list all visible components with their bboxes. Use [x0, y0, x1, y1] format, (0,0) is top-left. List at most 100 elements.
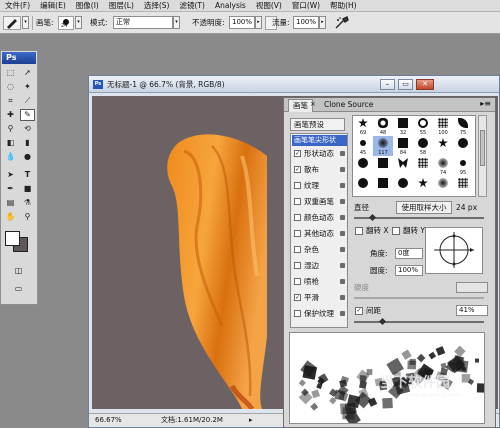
slice-tool-icon[interactable]: ⟋: [20, 95, 35, 107]
panel-menu-icon[interactable]: ▸≡: [480, 99, 491, 108]
lock-icon[interactable]: [340, 199, 345, 204]
crop-tool-icon[interactable]: ⌗: [3, 95, 18, 107]
brush-tip-item[interactable]: 100: [433, 116, 453, 136]
brush-option-item[interactable]: ✓ 形状动态: [292, 147, 347, 160]
brush-tip-item[interactable]: [393, 196, 413, 197]
lock-icon[interactable]: [340, 231, 345, 236]
menu-window[interactable]: 窗口(W): [287, 0, 325, 12]
brush-option-checkbox[interactable]: [294, 214, 301, 221]
path-selection-tool-icon[interactable]: ➤: [3, 169, 18, 181]
brush-tip-item[interactable]: [453, 196, 473, 197]
brush-option-checkbox[interactable]: ✓: [294, 150, 301, 157]
brush-tip-item[interactable]: [393, 156, 413, 176]
brush-option-checkbox[interactable]: [294, 278, 301, 285]
roundness-input[interactable]: 100%: [395, 265, 423, 276]
zoom-level[interactable]: 66.67%: [95, 414, 122, 427]
lock-icon[interactable]: [340, 151, 345, 156]
diameter-slider-knob[interactable]: [368, 213, 377, 222]
history-brush-tool-icon[interactable]: ⟲: [20, 123, 35, 135]
brush-tip-item[interactable]: [413, 156, 433, 176]
brush-tip-item[interactable]: [413, 176, 433, 196]
menu-view[interactable]: 视图(V): [251, 0, 287, 12]
tool-preset-dropdown[interactable]: ▾: [22, 16, 29, 29]
brush-option-checkbox[interactable]: ✓: [294, 166, 301, 173]
brush-option-checkbox[interactable]: [294, 182, 301, 189]
brush-tip-item[interactable]: [453, 176, 473, 196]
brush-tip-grid[interactable]: 69 48 32 55 100 75 45 117 84 58 74 95: [352, 115, 476, 197]
brush-tip-item[interactable]: 55: [413, 116, 433, 136]
tab-close-icon[interactable]: ×: [310, 100, 316, 108]
brush-option-item[interactable]: 保护纹理: [292, 307, 347, 320]
flip-x-checkbox[interactable]: [355, 227, 363, 235]
lock-icon[interactable]: [340, 215, 345, 220]
tab-clone-source[interactable]: Clone Source: [320, 99, 377, 112]
airbrush-icon[interactable]: [334, 16, 350, 30]
shape-tool-icon[interactable]: ■: [20, 183, 35, 195]
brush-tip-item[interactable]: 74: [433, 156, 453, 176]
brush-tip-item[interactable]: 48: [373, 116, 393, 136]
brush-tool-icon[interactable]: ✎: [20, 109, 35, 121]
brush-option-item[interactable]: 湿边: [292, 259, 347, 272]
clone-stamp-tool-icon[interactable]: ⚲: [3, 123, 18, 135]
brush-tip-item[interactable]: 69: [353, 116, 373, 136]
magic-wand-tool-icon[interactable]: ✦: [20, 81, 35, 93]
lock-icon[interactable]: [340, 183, 345, 188]
brush-tip-item[interactable]: [433, 136, 453, 156]
brush-tip-item[interactable]: [393, 176, 413, 196]
lock-icon[interactable]: [340, 263, 345, 268]
menu-layer[interactable]: 图层(L): [104, 0, 139, 12]
gradient-tool-icon[interactable]: ▮: [20, 137, 35, 149]
foreground-color-swatch[interactable]: [5, 231, 20, 246]
brush-tip-item[interactable]: 84: [393, 136, 413, 156]
marquee-tool-icon[interactable]: ⬚: [3, 67, 18, 79]
brush-option-item[interactable]: 其他动态: [292, 227, 347, 240]
brush-option-checkbox[interactable]: [294, 310, 301, 317]
status-arrow-icon[interactable]: ▸: [249, 414, 253, 427]
lock-icon[interactable]: [340, 279, 345, 284]
lock-icon[interactable]: [340, 295, 345, 300]
flow-input[interactable]: 100%: [293, 16, 319, 29]
eraser-tool-icon[interactable]: ◧: [3, 137, 18, 149]
menu-image[interactable]: 图像(I): [71, 0, 104, 12]
brush-option-checkbox[interactable]: [294, 262, 301, 269]
brush-option-item[interactable]: ✓ 平滑: [292, 291, 347, 304]
lock-icon[interactable]: [340, 311, 345, 316]
brush-tip-item[interactable]: [413, 196, 433, 197]
use-sample-size-button[interactable]: 使用取样大小: [396, 201, 452, 214]
brush-tip-item[interactable]: [373, 176, 393, 196]
brush-tip-item[interactable]: 75: [453, 116, 473, 136]
brush-tip-shape-item[interactable]: 画笔笔尖形状: [292, 135, 347, 146]
menu-select[interactable]: 选择(S): [139, 0, 175, 12]
angle-roundness-widget[interactable]: [425, 227, 483, 274]
move-tool-icon[interactable]: ➚: [20, 67, 35, 79]
document-titlebar[interactable]: Ps 无标题-1 @ 66.7% (背景, RGB/8) – ▭ ✕: [89, 76, 499, 93]
brush-tip-item[interactable]: 58: [413, 136, 433, 156]
lasso-tool-icon[interactable]: ◌: [3, 81, 18, 93]
brush-tip-item[interactable]: [353, 196, 373, 197]
healing-brush-tool-icon[interactable]: ✚: [3, 109, 18, 121]
spacing-input[interactable]: 41%: [456, 305, 488, 316]
blur-tool-icon[interactable]: 💧: [3, 151, 18, 163]
zoom-tool-icon[interactable]: ⚲: [20, 211, 35, 223]
lock-icon[interactable]: [340, 167, 345, 172]
brush-tip-item[interactable]: [373, 196, 393, 197]
brush-option-item[interactable]: ✓ 散布: [292, 163, 347, 176]
brush-option-item[interactable]: 颜色动态: [292, 211, 347, 224]
brush-option-checkbox[interactable]: [294, 198, 301, 205]
menu-file[interactable]: 文件(F): [0, 0, 35, 12]
brush-option-checkbox[interactable]: [294, 246, 301, 253]
opacity-dropdown[interactable]: ▸: [255, 16, 262, 29]
spacing-checkbox[interactable]: ✓: [355, 307, 363, 315]
menu-help[interactable]: 帮助(H): [325, 0, 362, 12]
brush-tip-item[interactable]: [353, 176, 373, 196]
brush-tip-item[interactable]: [353, 156, 373, 176]
menu-edit[interactable]: 编辑(E): [35, 0, 71, 12]
brush-picker-dropdown[interactable]: ▾: [75, 16, 82, 29]
spacing-slider-knob[interactable]: [378, 317, 387, 326]
angle-input[interactable]: 0度: [395, 248, 423, 259]
brush-tip-item[interactable]: [453, 136, 473, 156]
maximize-button[interactable]: ▭: [398, 79, 413, 90]
lock-icon[interactable]: [340, 247, 345, 252]
opacity-input[interactable]: 100%: [229, 16, 255, 29]
mode-select[interactable]: 正常: [113, 16, 173, 29]
